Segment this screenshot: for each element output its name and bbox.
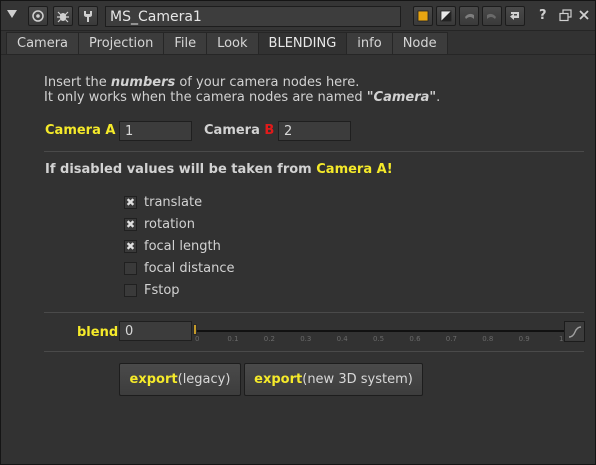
viewer-button[interactable] — [28, 6, 48, 26]
undo-icon — [465, 13, 474, 19]
fstop-checkbox[interactable] — [124, 283, 137, 297]
camera-b-label-letter: B — [264, 123, 275, 138]
camera-a-label: Camera A — [45, 123, 116, 138]
tab-node[interactable]: Node — [391, 32, 448, 54]
camera-b-label-prefix: Camera — [204, 123, 265, 138]
disabled-note-text: If disabled values will be taken from — [45, 162, 317, 177]
checkbox-row-focal-distance[interactable]: focal distance — [124, 259, 234, 277]
camera-b-label: Camera B — [204, 123, 274, 138]
fstop-label: Fstop — [144, 282, 180, 298]
diagonal-swatch-icon — [440, 10, 452, 22]
close-icon[interactable] — [578, 9, 590, 21]
intro-line-2-a: It only works when the camera nodes are … — [44, 90, 367, 105]
animation-curve-button[interactable] — [564, 321, 585, 342]
export-new-rest: (new 3D system) — [302, 372, 413, 387]
blend-tick-label: 0.4 — [336, 335, 348, 343]
collapse-arrow-icon[interactable] — [7, 10, 17, 18]
intro-line-2-emphasis: "Camera" — [366, 90, 437, 105]
blending-tab-content: Insert the numbers of your camera nodes … — [6, 55, 592, 461]
wrench-icon — [84, 11, 92, 22]
tab-camera[interactable]: Camera — [6, 32, 80, 54]
blend-bottom-divider — [44, 351, 584, 352]
intro-line-1-emphasis: numbers — [110, 75, 176, 90]
translate-checkbox[interactable]: ✖ — [124, 195, 137, 209]
focal-length-checkbox[interactable]: ✖ — [124, 239, 137, 253]
blend-slider-handle[interactable] — [193, 324, 197, 335]
tab-projection[interactable]: Projection — [78, 32, 165, 54]
float-icon[interactable] — [559, 9, 572, 22]
focal-distance-label: focal distance — [144, 260, 235, 276]
title-bar: ? — [1, 1, 595, 31]
intro-line-1-c: of your camera nodes here. — [175, 75, 360, 90]
export-new-button[interactable]: export (new 3D system) — [244, 363, 423, 396]
tab-bar: Camera Projection File Look BLENDING inf… — [6, 32, 448, 55]
debug-button[interactable] — [53, 6, 73, 26]
tab-file[interactable]: File — [163, 32, 208, 54]
camera-b-input[interactable] — [278, 121, 351, 141]
revert-button[interactable] — [505, 6, 525, 26]
checkbox-row-fstop[interactable]: Fstop — [124, 281, 180, 299]
node-name-input[interactable] — [105, 6, 401, 27]
redo-icon — [487, 13, 496, 19]
intro-line-1: Insert the numbers of your camera nodes … — [44, 75, 359, 90]
blend-label: blend — [77, 325, 119, 340]
intro-line-2: It only works when the camera nodes are … — [44, 90, 440, 105]
color-swatch-icon — [417, 10, 429, 22]
disabled-note: If disabled values will be taken from Ca… — [45, 162, 393, 177]
export-legacy-rest: (legacy) — [177, 372, 231, 387]
blend-tick-label: 0.5 — [373, 335, 385, 343]
revert-icon — [510, 12, 519, 20]
intro-line-1-a: Insert the — [44, 75, 111, 90]
blend-tick-label: 0.3 — [300, 335, 312, 343]
tab-info[interactable]: info — [346, 32, 393, 54]
rotation-label: rotation — [144, 216, 195, 232]
settings-button[interactable] — [78, 6, 98, 26]
intro-line-2-c: . — [436, 90, 441, 105]
blend-top-divider — [44, 312, 584, 313]
blend-tick-label: 0.1 — [227, 335, 239, 343]
blend-input[interactable] — [119, 321, 192, 341]
viewer-icon — [32, 10, 44, 22]
blend-tick-label: 0.2 — [263, 335, 275, 343]
export-new-bold: export — [254, 372, 303, 387]
node-properties-panel: ? Camera Projection File Look BLENDING i… — [0, 0, 596, 465]
blend-tick-label: 0 — [195, 335, 200, 343]
bug-icon — [57, 11, 69, 23]
node-color-button[interactable] — [413, 6, 433, 26]
blend-slider-track[interactable] — [194, 330, 564, 332]
blend-tick-label: 1 — [559, 335, 564, 343]
export-legacy-button[interactable]: export (legacy) — [119, 363, 241, 396]
blend-tick-label: 0.9 — [518, 335, 530, 343]
export-legacy-bold: export — [129, 372, 178, 387]
redo-button[interactable] — [482, 6, 502, 26]
tab-look[interactable]: Look — [206, 32, 259, 54]
checkbox-row-translate[interactable]: ✖ translate — [124, 193, 202, 211]
blend-tick-label: 0.7 — [445, 335, 457, 343]
focal-distance-checkbox[interactable] — [124, 261, 137, 275]
section-divider — [44, 151, 584, 152]
camera-a-input[interactable] — [119, 121, 192, 141]
undo-button[interactable] — [459, 6, 479, 26]
translate-label: translate — [144, 194, 203, 210]
focal-length-label: focal length — [144, 238, 221, 254]
curve-icon — [568, 325, 581, 338]
tab-blending[interactable]: BLENDING — [257, 32, 348, 55]
checkbox-row-rotation[interactable]: ✖ rotation — [124, 215, 195, 233]
help-icon[interactable]: ? — [539, 8, 547, 23]
blend-tick-label: 0.6 — [409, 335, 421, 343]
blend-tick-label: 0.8 — [482, 335, 494, 343]
disabled-note-highlight: Camera A! — [316, 162, 393, 177]
checkbox-row-focal-length[interactable]: ✖ focal length — [124, 237, 221, 255]
knob-color-button[interactable] — [436, 6, 456, 26]
rotation-checkbox[interactable]: ✖ — [124, 217, 137, 231]
